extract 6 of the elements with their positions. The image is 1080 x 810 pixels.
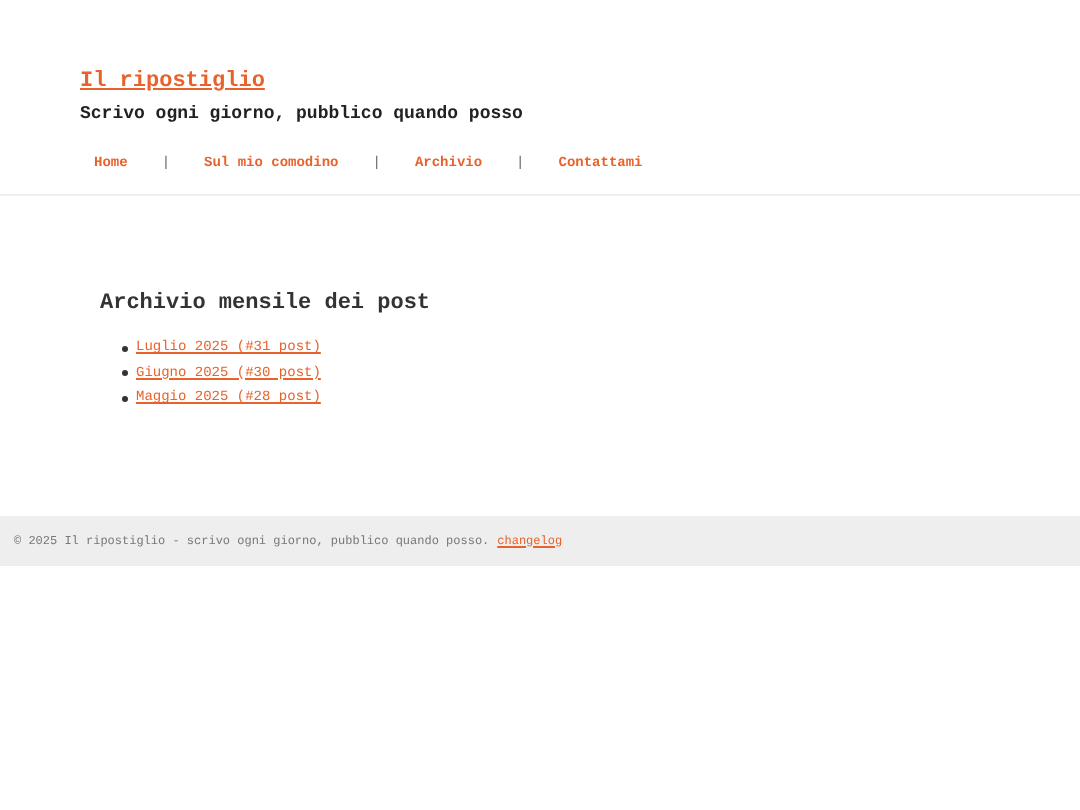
bullet-icon — [122, 370, 128, 377]
bullet-icon — [122, 345, 128, 352]
bullet-icon — [122, 395, 128, 402]
site-tagline: Scrivo ogni giorno, pubblico quando posso — [80, 104, 525, 124]
archive-heading: Archivio mensile dei post — [100, 292, 433, 316]
site-title[interactable]: Il ripostiglio — [80, 70, 265, 94]
